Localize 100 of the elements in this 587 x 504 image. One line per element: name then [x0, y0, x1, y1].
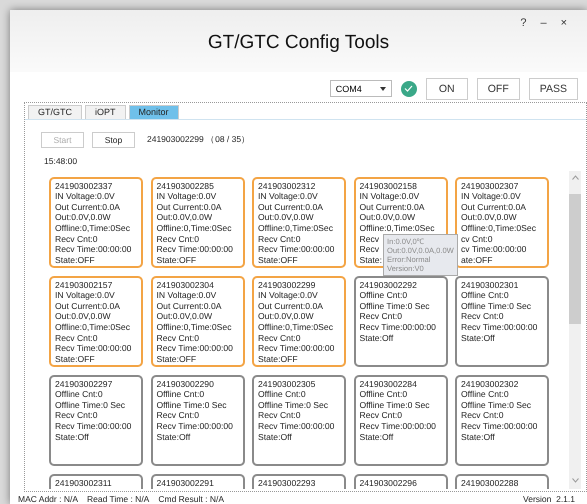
- card-line: Recv Time:00:00:00: [461, 322, 538, 333]
- card-line: Recv: [360, 234, 380, 244]
- card-line: Out Current:0.0A: [360, 202, 424, 212]
- card-line: Offline Time:0 Sec: [360, 400, 430, 410]
- card-line: Out:0.0V,0.0W: [258, 311, 314, 322]
- port-dropdown[interactable]: COM4: [330, 80, 392, 98]
- card-line: IN Voltage:0.0V: [55, 290, 115, 301]
- status-text: Cmd Result : N/A: [158, 494, 224, 504]
- card-line: Offline:0,Time:0Sec: [156, 223, 232, 234]
- card-line: 241903002302: [461, 378, 518, 390]
- tab[interactable]: iOPT: [85, 104, 126, 119]
- card-line: ate:OFF: [461, 254, 493, 266]
- card-line: Offline Time:0 Sec: [55, 400, 126, 410]
- card-line: Recv Time:00:00:00: [156, 244, 233, 255]
- window-title: GT/GTC Config Tools: [206, 32, 390, 54]
- card-line: Recv Time:00:00:00: [461, 421, 538, 432]
- card-line: Offline Cnt:0: [461, 389, 509, 400]
- status-text: MAC Addr : N/A: [18, 494, 78, 504]
- card-line: Recv Time:00:00:00: [258, 343, 334, 354]
- card-line: State:Off: [461, 432, 495, 442]
- card-line: Offline Cnt:0: [258, 389, 306, 400]
- card-line: Out Current:0.0A: [156, 202, 222, 212]
- progress-text: 241903002299 （08 / 35）: [147, 134, 250, 146]
- card-line: Recv Cnt:0: [360, 410, 402, 421]
- card-line: cv Cnt:0: [461, 234, 493, 244]
- card-line: 241903002293: [258, 478, 316, 488]
- scroll-down-icon[interactable]: [572, 478, 578, 483]
- window-control[interactable]: –: [540, 17, 547, 30]
- card-line: 241903002288: [461, 478, 518, 488]
- card-line: Recv Cnt:0: [55, 410, 98, 421]
- card-line: Recv Time:00:00:00: [258, 421, 334, 432]
- card-line: IN Voltage:0.0V: [156, 290, 216, 301]
- card-line: State:Off: [461, 332, 495, 344]
- status-text: Read Time : N/A: [87, 494, 150, 504]
- version-text: Version 2.1.1: [523, 494, 575, 504]
- card-line: Offline Cnt:0: [461, 290, 509, 301]
- card-line: Offline Time:0 Sec: [258, 400, 328, 410]
- card-line: 241903002291: [156, 478, 214, 488]
- card-line: Out:0.0V,0.0W: [55, 212, 111, 223]
- clock-text: 15:48:00: [44, 156, 78, 166]
- card-line: Recv Time:00:00:00: [360, 421, 436, 432]
- card-line: State:Off: [258, 432, 292, 442]
- card-line: Recv Cnt:0: [461, 311, 504, 322]
- card-line: 241903002285: [156, 180, 214, 192]
- card-line: Out Current:0.0A: [258, 202, 323, 212]
- toolbar-button[interactable]: OFF: [476, 78, 520, 100]
- card-line: 241903002307: [461, 180, 518, 192]
- card-line: cv Time:00:00:00: [461, 244, 526, 255]
- card-line: Recv Cnt:0: [360, 311, 402, 322]
- stop-button[interactable]: Stop: [92, 132, 135, 148]
- card-line: Recv Cnt:0: [55, 332, 98, 344]
- card-line: Offline Cnt:0: [156, 389, 204, 400]
- tab[interactable]: GT/GTC: [28, 104, 82, 119]
- card-line: Out Current:0.0A: [55, 202, 120, 212]
- card-line: Recv Cnt:0: [55, 234, 98, 244]
- card-line: Offline:0,Time:0Sec: [461, 223, 536, 234]
- card-line: Offline:0,Time:0Sec: [258, 322, 333, 333]
- card-line: State:OFF: [258, 254, 298, 266]
- card-line: Out:0.0V,0.0W: [156, 212, 212, 223]
- card-line: Offline Time:0 Sec: [360, 300, 430, 312]
- card-line: Out:0.0V,0.0W: [360, 212, 416, 223]
- card-line: Offline Time:0 Sec: [461, 300, 532, 312]
- window-control[interactable]: ?: [520, 17, 526, 30]
- card-line: State:OFF: [55, 354, 95, 364]
- scroll-up-icon[interactable]: [572, 174, 578, 180]
- card-line: State:Off: [156, 432, 190, 442]
- card-line: Offline Cnt:0: [55, 389, 103, 400]
- card-line: Recv Time:00:00:00: [156, 343, 233, 354]
- scrollbar[interactable]: [569, 170, 581, 489]
- tab[interactable]: Monitor: [128, 104, 179, 119]
- card-line: Recv Cnt:0: [461, 410, 504, 421]
- card-line: Recv Time:00:00:00: [55, 343, 132, 354]
- window-control[interactable]: ×: [560, 17, 567, 30]
- card-line: 241903002292: [360, 280, 417, 290]
- card-line: Recv Cnt:0: [156, 410, 200, 421]
- card-line: 241903002304: [156, 280, 214, 290]
- card-line: Out:0.0V,0.0W: [156, 311, 212, 322]
- card-line: State:OFF: [55, 254, 95, 266]
- card-line: IN Voltage:0.0V: [360, 191, 420, 202]
- card-line: Recv Time:00:00:00: [360, 322, 436, 333]
- card-line: Recv Cnt:0: [258, 234, 301, 244]
- card-line: State:OFF: [156, 254, 196, 266]
- card-line: Offline:0,Time:0Sec: [156, 322, 232, 333]
- card-line: 241903002305: [258, 378, 316, 390]
- card-line: IN Voltage:0.0V: [258, 191, 318, 202]
- toolbar-button[interactable]: ON: [426, 78, 468, 100]
- card-line: 241903002284: [360, 378, 417, 390]
- card-line: Recv Time:00:00:00: [258, 244, 334, 255]
- card-line: 241903002337: [55, 180, 112, 192]
- card-line: Recv Time:00:00:00: [55, 244, 132, 255]
- card-line: Out Current:0.0A: [461, 202, 526, 212]
- card-line: IN Voltage:0.0V: [461, 191, 521, 202]
- card-line: 241903002158: [360, 180, 417, 192]
- card-line: Recv Cnt:0: [156, 234, 200, 244]
- card-line: IN Voltage:0.0V: [156, 191, 216, 202]
- toolbar-button[interactable]: PASS: [528, 78, 578, 100]
- card-line: State:OFF: [156, 354, 196, 364]
- caret-icon: [380, 86, 386, 91]
- card-line: Offline Time:0 Sec: [156, 400, 227, 410]
- card-line: Offline:0,Time:0Sec: [55, 322, 130, 333]
